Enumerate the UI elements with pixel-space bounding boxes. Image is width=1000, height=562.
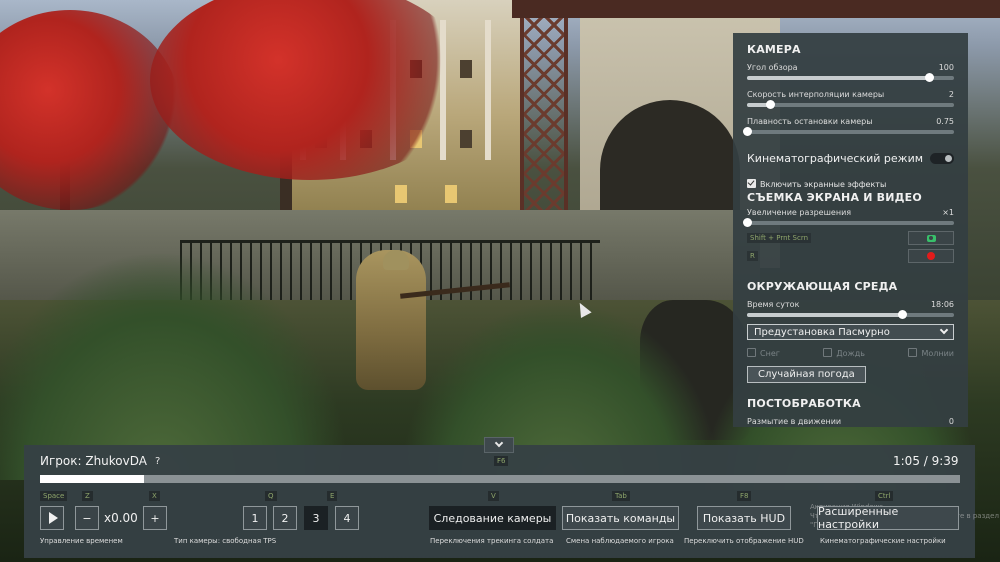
slower-hotkey: Z xyxy=(82,491,93,501)
prev-camera-hotkey: Q xyxy=(265,491,277,501)
interp-label: Скорость интерполяции камеры xyxy=(747,90,885,99)
motion-blur-label: Размытие в движении xyxy=(747,417,842,426)
tower-platform xyxy=(512,0,1000,18)
advanced-settings-button[interactable]: Расширенные настройки xyxy=(817,505,959,531)
cinematic-row: Кинематографический режим xyxy=(747,152,954,165)
lightning-checkbox[interactable] xyxy=(908,348,918,357)
collapse-bar-button[interactable] xyxy=(484,437,514,453)
speed-down-button[interactable]: − xyxy=(75,506,99,530)
show-commands-button[interactable]: Показать команды xyxy=(562,506,679,530)
capture-section-title: СЪЕМКА ЭКРАНА И ВИДЕО xyxy=(747,191,922,204)
follow-caption: Переключения трекинга солдата xyxy=(430,537,554,545)
camera-type-4-button[interactable]: 4 xyxy=(335,506,359,530)
lightning-option[interactable]: Молнии xyxy=(908,348,954,358)
screenshot-button[interactable] xyxy=(908,231,954,245)
time-of-day-slider[interactable] xyxy=(747,310,954,319)
record-row: R xyxy=(747,249,954,263)
weather-preset-dropdown[interactable]: Предустановка Пасмурно xyxy=(747,324,954,340)
slider-knob[interactable] xyxy=(925,73,935,82)
chevron-down-icon xyxy=(939,325,949,335)
next-camera-hotkey: E xyxy=(327,491,338,501)
soldier-helmet xyxy=(383,250,409,270)
environment-section-title: ОКРУЖАЮЩАЯ СРЕДА xyxy=(747,280,898,293)
time-control-caption: Управление временем xyxy=(40,537,123,545)
slider-knob[interactable] xyxy=(743,127,752,136)
interp-value: 2 xyxy=(948,90,954,99)
water-tower xyxy=(520,0,568,215)
replay-time: 1:05 / 9:39 xyxy=(893,454,959,468)
red-tree-left xyxy=(0,10,180,210)
motion-blur-value: 0 xyxy=(948,417,954,426)
camera-type-1-button[interactable]: 1 xyxy=(243,506,267,530)
slider-knob[interactable] xyxy=(743,218,752,227)
chevron-down-icon xyxy=(494,438,504,448)
screen-effects-row[interactable]: Включить экранные эффекты xyxy=(747,179,954,189)
play-button[interactable] xyxy=(40,506,64,530)
cinematic-toggle[interactable] xyxy=(930,153,954,164)
rain-checkbox[interactable] xyxy=(823,348,833,357)
stop-smooth-row: Плавность остановки камеры 0.75 xyxy=(747,117,954,126)
slider-knob[interactable] xyxy=(765,100,775,109)
player-name: Игрок: ZhukovDA xyxy=(40,454,147,468)
hud-caption: Переключить отображение HUD xyxy=(684,537,804,545)
playback-speed: x0.00 xyxy=(104,511,138,525)
snow-option[interactable]: Снег xyxy=(747,348,780,358)
upscale-slider[interactable] xyxy=(743,218,954,227)
snow-checkbox[interactable] xyxy=(747,348,756,357)
screenshot-row: Shift + Prnt Scrn xyxy=(747,231,954,245)
follow-camera-button[interactable]: Следование камеры xyxy=(429,506,556,530)
play-hotkey: Space xyxy=(40,491,68,501)
observed-caption: Смена наблюдаемого игрока xyxy=(566,537,674,545)
camera-type-2-button[interactable]: 2 xyxy=(273,506,297,530)
stop-smooth-slider[interactable] xyxy=(743,127,954,136)
hud-hotkey: F8 xyxy=(737,491,752,501)
timeline-scrubber[interactable] xyxy=(40,475,960,483)
show-hud-button[interactable]: Показать HUD xyxy=(697,506,791,530)
screenshot-hotkey: Shift + Prnt Scrn xyxy=(747,233,812,243)
upscale-label: Увеличение разрешения xyxy=(747,208,852,217)
cinematic-label: Кинематографический режим xyxy=(747,152,924,165)
camera-settings-panel: КАМЕРА Угол обзора 100 Скорость интерпол… xyxy=(733,33,968,427)
upscale-row: Увеличение разрешения ×1 xyxy=(747,208,954,217)
help-button[interactable]: ? xyxy=(155,456,160,467)
follow-hotkey: V xyxy=(488,491,499,501)
advanced-hotkey: Ctrl xyxy=(875,491,894,501)
camera-section-title: КАМЕРА xyxy=(747,43,801,56)
motion-blur-row: Размытие в движении 0 xyxy=(747,417,954,426)
weather-preset-value: Предустановка Пасмурно xyxy=(754,326,890,338)
time-of-day-row: Время суток 18:06 xyxy=(747,300,954,309)
rain-option[interactable]: Дождь xyxy=(823,348,865,358)
time-of-day-label: Время суток xyxy=(747,300,800,309)
fov-label: Угол обзора xyxy=(747,63,798,72)
random-weather-button[interactable]: Случайная погода xyxy=(747,366,866,383)
record-button[interactable] xyxy=(908,249,954,263)
screen-effects-label: Включить экранные эффекты xyxy=(760,180,887,189)
camera-type-3-button[interactable]: 3 xyxy=(304,506,328,530)
slider-knob[interactable] xyxy=(898,310,908,319)
collapse-hotkey: F6 xyxy=(494,456,509,466)
upscale-value: ×1 xyxy=(942,208,954,217)
faster-hotkey: X xyxy=(149,491,160,501)
speed-up-button[interactable]: + xyxy=(143,506,167,530)
stop-smooth-value: 0.75 xyxy=(936,117,954,126)
screen-effects-checkbox[interactable] xyxy=(747,179,756,188)
fov-value: 100 xyxy=(938,63,954,72)
interp-row: Скорость интерполяции камеры 2 xyxy=(747,90,954,99)
fov-slider[interactable] xyxy=(747,73,954,82)
stop-smooth-label: Плавность остановки камеры xyxy=(747,117,873,126)
interp-slider[interactable] xyxy=(747,100,954,109)
time-of-day-value: 18:06 xyxy=(930,300,954,309)
play-icon xyxy=(48,512,58,524)
commands-hotkey: Tab xyxy=(612,491,630,501)
record-hotkey: R xyxy=(747,251,758,261)
postprocess-section-title: ПОСТОБРАБОТКА xyxy=(747,397,861,410)
timeline-progress xyxy=(40,475,144,483)
weather-flags: Снег Дождь Молнии xyxy=(747,348,954,358)
fov-row: Угол обзора 100 xyxy=(747,63,954,72)
cine-caption: Кинематографические настройки xyxy=(820,537,946,545)
camera-icon xyxy=(926,234,936,242)
record-icon xyxy=(927,252,935,260)
camera-type-caption: Тип камеры: свободная TPS xyxy=(174,537,277,545)
